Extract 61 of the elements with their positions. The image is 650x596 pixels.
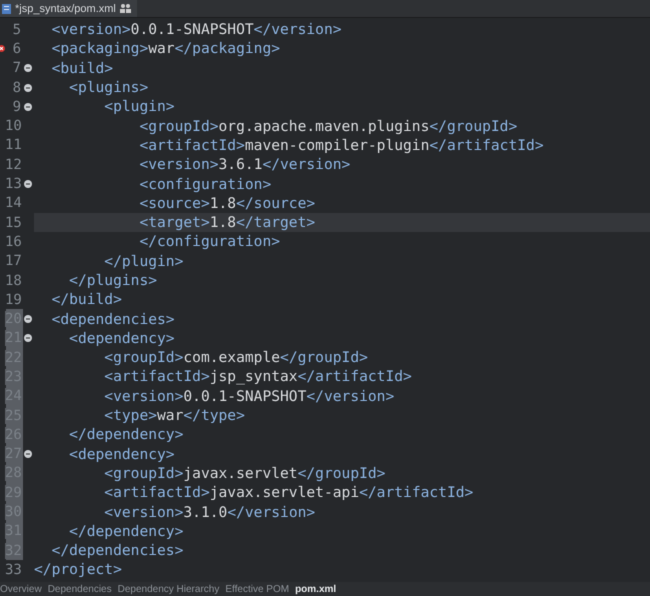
fold-icon[interactable] — [24, 84, 32, 92]
code-line: <version>0.0.1-SNAPSHOT</version> — [103, 388, 394, 405]
code-line: <dependency> — [68, 446, 175, 463]
line-number: 8 — [12, 80, 21, 96]
line-number: 15 — [5, 214, 21, 231]
fold-icon[interactable] — [24, 64, 32, 72]
code-line: <groupId>org.apache.maven.plugins</groupId> — [138, 118, 518, 135]
line-number: 33 — [5, 562, 21, 578]
code-line: </plugin> — [103, 252, 184, 270]
editor-page-tab[interactable]: Effective POM — [225, 584, 290, 594]
code-line: <groupId>javax.servlet</groupId> — [103, 464, 386, 482]
editor-page-tab[interactable]: Dependency Hierarchy — [118, 584, 220, 594]
code-line: <artifactId>maven-compiler-plugin</artifactId> — [138, 136, 544, 154]
code-line: <dependencies> — [50, 310, 175, 328]
code-line: <type>war</type> — [103, 407, 245, 424]
line-number: 14 — [5, 195, 21, 212]
line-number: 17 — [5, 253, 21, 270]
code-line: <artifactId>javax.servlet-api</artifactId> — [103, 484, 474, 502]
code-line: </build> — [50, 291, 122, 308]
code-line: <plugin> — [103, 98, 175, 116]
line-number: 13 — [5, 176, 21, 192]
editor-page-tab[interactable]: Overview — [0, 584, 42, 594]
code-line: </plugins> — [68, 272, 158, 289]
code-line: <version>3.6.1</version> — [138, 156, 350, 174]
fold-icon[interactable] — [24, 102, 32, 111]
code-line: </project> — [34, 561, 122, 578]
line-number: 9 — [12, 98, 21, 115]
code-line: <groupId>com.example</groupId> — [103, 349, 368, 366]
line-number: 19 — [5, 292, 21, 308]
fold-icon[interactable] — [24, 450, 32, 458]
fold-icon[interactable] — [24, 334, 32, 342]
code-line: </dependencies> — [50, 542, 184, 560]
file-icon — [2, 4, 11, 14]
line-number: 6 — [12, 40, 21, 57]
code-line: </dependency> — [68, 522, 184, 540]
line-number: 10 — [5, 118, 21, 134]
code-line: <target>1.8</target> — [138, 214, 316, 232]
people-icon — [120, 4, 131, 13]
line-number: 5 — [12, 22, 21, 38]
tab-title: *jsp_syntax/pom.xml — [15, 2, 116, 14]
code-line: <version>0.0.1-SNAPSHOT</version> — [50, 21, 342, 38]
editor-page-tab[interactable]: Dependencies — [48, 584, 112, 594]
line-number: 16 — [5, 234, 21, 250]
line-number: 11 — [5, 137, 21, 154]
line-number: 7 — [12, 60, 21, 76]
line-number: 18 — [5, 272, 21, 288]
code-line: <version>3.1.0</version> — [103, 504, 316, 521]
editor-tab[interactable]: *jsp_syntax/pom.xml — [0, 0, 137, 17]
code-line: <configuration> — [138, 176, 272, 193]
editor-page-tab[interactable]: pom.xml — [295, 584, 336, 594]
code-line: <plugins> — [68, 79, 148, 96]
code-line: <source>1.8</source> — [138, 194, 316, 212]
fold-icon[interactable] — [24, 315, 32, 324]
code-line: <build> — [50, 60, 114, 77]
line-number: 12 — [5, 156, 21, 173]
code-line: <packaging>war</packaging> — [50, 40, 280, 58]
code-line: <dependency> — [68, 330, 175, 347]
code-line: </configuration> — [138, 233, 280, 250]
fold-icon[interactable] — [24, 180, 32, 188]
code-line: </dependency> — [68, 426, 184, 444]
code-line: <artifactId>jsp_syntax</artifactId> — [103, 368, 412, 386]
